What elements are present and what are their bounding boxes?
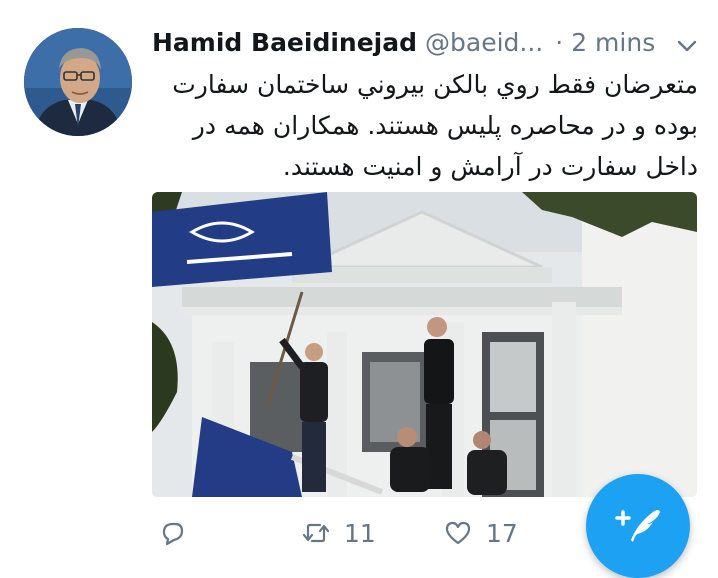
- embassy-balcony-photo-icon: [152, 192, 697, 497]
- profile-photo-icon: [24, 28, 132, 136]
- reply-button[interactable]: [158, 518, 200, 548]
- tweet-menu-button[interactable]: [676, 38, 698, 54]
- compose-tweet-button[interactable]: [586, 474, 690, 578]
- tweet-text-line: بوده و در محاصره پليس هستند. همكاران همه…: [192, 111, 698, 140]
- retweet-icon: [302, 523, 330, 543]
- author-handle[interactable]: @baeid...: [425, 28, 543, 57]
- author-avatar[interactable]: [24, 28, 132, 136]
- reply-icon: [162, 522, 184, 546]
- tweet-text: متعرضان فقط روي بالكن بيروني ساختمان سفا…: [150, 64, 698, 187]
- compose-tweet-icon: [615, 510, 660, 542]
- header-separator: ·: [555, 27, 564, 57]
- tweet-header: Hamid Baeidinejad @baeid... · 2 mins: [152, 22, 704, 62]
- tweet-photo[interactable]: [152, 192, 697, 497]
- chevron-down-icon: [677, 40, 697, 52]
- tweet-text-line: متعرضان فقط روي بالكن بيروني ساختمان سفا…: [172, 70, 698, 99]
- retweet-button[interactable]: 11: [302, 518, 376, 548]
- tweet-card[interactable]: Hamid Baeidinejad @baeid... · 2 mins متع…: [0, 0, 718, 578]
- tweet-text-line: داخل سفارت در آرامش و امنيت هستند.: [282, 152, 698, 181]
- heart-icon: [445, 521, 471, 545]
- author-display-name[interactable]: Hamid Baeidinejad: [152, 28, 417, 57]
- tweet-timestamp[interactable]: 2 mins: [571, 28, 655, 57]
- like-button[interactable]: 17: [444, 518, 518, 548]
- retweet-count: 11: [344, 518, 376, 548]
- like-count: 17: [486, 518, 518, 548]
- tweet-actions: 11 17: [152, 512, 572, 552]
